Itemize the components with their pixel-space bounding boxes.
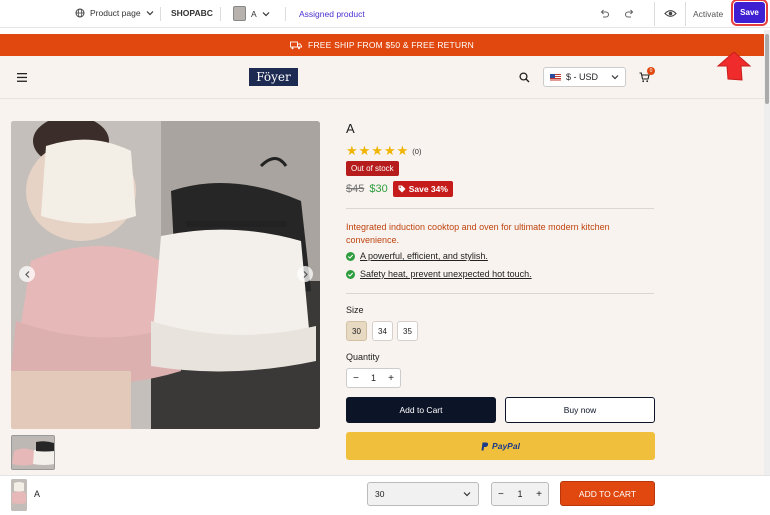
divider [285,7,286,21]
product-title: A [346,121,355,136]
compare-at-price: $45 [346,183,365,195]
store-header: Föyer $ - USD 0 [0,56,764,99]
redo-icon[interactable] [624,8,635,19]
feature-text: A powerful, efficient, and stylish. [360,251,488,261]
paypal-button[interactable]: PayPal [346,432,655,460]
sticky-add-to-cart-bar: A 30 − 1 + ADD TO CART [0,475,770,515]
star-icon: ★ [346,143,358,158]
chevron-down-icon [463,492,471,497]
chevron-down-icon [611,75,619,80]
store-logo[interactable]: Föyer [249,68,298,86]
currency-label: $ - USD [566,72,599,82]
tag-icon [398,185,406,193]
star-icon: ★ [383,143,396,158]
activate-button[interactable]: Activate [693,9,723,19]
increase-quantity-button[interactable]: + [388,373,394,384]
sticky-variant-select[interactable]: 30 [367,482,479,506]
product-main-image[interactable] [11,121,320,429]
size-option[interactable]: 30 [346,321,367,341]
search-icon[interactable] [519,72,530,83]
image-prev-arrow[interactable] [19,266,35,282]
review-count: (0) [412,146,422,156]
product-thumbnail[interactable] [11,435,55,470]
page-type-label: Product page [90,8,141,18]
truck-icon [290,41,302,49]
discount-badge: Save 34% [392,181,453,197]
star-icon: ★ [358,143,371,158]
discount-label: Save 34% [408,184,448,194]
image-next-arrow[interactable] [297,266,313,282]
decrease-quantity-button[interactable]: − [353,373,359,384]
editor-topbar: Product page SHOPABC A Assigned product … [0,0,770,28]
feature-text: Safety heat, prevent unexpected hot touc… [360,269,532,279]
star-icon: ★ [396,143,409,158]
preview-eye-icon[interactable] [664,8,677,19]
star-icon: ★ [371,143,383,158]
announcement-text: FREE SHIP FROM $50 & FREE RETURN [308,40,474,50]
save-button[interactable]: Save [731,0,768,26]
globe-icon [75,8,85,18]
divider [220,7,221,21]
assigned-product-link[interactable]: Assigned product [299,9,365,19]
page-type-selector[interactable]: Product page [75,8,154,18]
sticky-quantity-stepper: − 1 + [491,482,549,506]
size-option[interactable]: 35 [397,321,418,341]
sale-price: $30 [369,183,388,195]
sticky-quantity-value[interactable]: 1 [517,489,522,499]
feature-bullet: A powerful, efficient, and stylish. [346,251,488,261]
undo-icon[interactable] [599,8,610,19]
divider [654,2,655,26]
chevron-down-icon [262,11,270,16]
product-thumbnail-icon [233,6,246,21]
product-description: Integrated induction cooktop and oven fo… [346,222,610,245]
quantity-value[interactable]: 1 [371,373,376,383]
sticky-variant-value: 30 [375,489,385,499]
currency-selector[interactable]: $ - USD [543,67,626,87]
divider [346,208,654,209]
sticky-thumbnail-photo [11,479,27,511]
scrollbar-thumb[interactable] [765,34,769,104]
quantity-label: Quantity [346,352,380,362]
announcement-bar: FREE SHIP FROM $50 & FREE RETURN [0,34,764,56]
thumbnail-photo [12,436,54,469]
divider [160,7,161,21]
size-label: Size [346,305,364,315]
product-selector-label: A [251,8,257,19]
increase-quantity-button[interactable]: + [536,489,542,500]
product-selector[interactable]: A [233,6,270,21]
buy-now-button[interactable]: Buy now [505,397,655,423]
paypal-label: PayPal [492,441,520,451]
annotation-arrow-icon [716,52,752,81]
add-to-cart-button[interactable]: Add to Cart [346,397,496,423]
rating-stars[interactable]: ★ ★ ★ ★ ★ (0) [346,143,421,159]
us-flag-icon [550,73,561,81]
chevron-left-icon [24,270,29,278]
cart-count-badge: 0 [647,67,655,75]
quantity-stepper: − 1 + [346,368,401,388]
chevron-right-icon [303,270,308,278]
check-circle-icon [346,251,355,261]
product-photo [11,121,320,429]
price-row: $45 $30 Save 34% [346,181,453,197]
sticky-add-to-cart-button[interactable]: ADD TO CART [560,481,655,506]
store-name: SHOPABC [171,8,213,18]
size-option[interactable]: 34 [372,321,393,341]
feature-bullet: Safety heat, prevent unexpected hot touc… [346,269,532,279]
store-name-label: SHOPABC [171,8,213,18]
divider [685,2,686,26]
sticky-product-thumbnail [11,479,27,511]
stock-status-badge: Out of stock [346,161,399,176]
chevron-down-icon [146,11,154,16]
sticky-product-title: A [34,489,41,499]
decrease-quantity-button[interactable]: − [498,489,504,500]
menu-hamburger-icon[interactable] [17,73,27,82]
paypal-icon [481,442,489,450]
check-circle-icon [346,269,355,279]
divider [346,293,654,294]
